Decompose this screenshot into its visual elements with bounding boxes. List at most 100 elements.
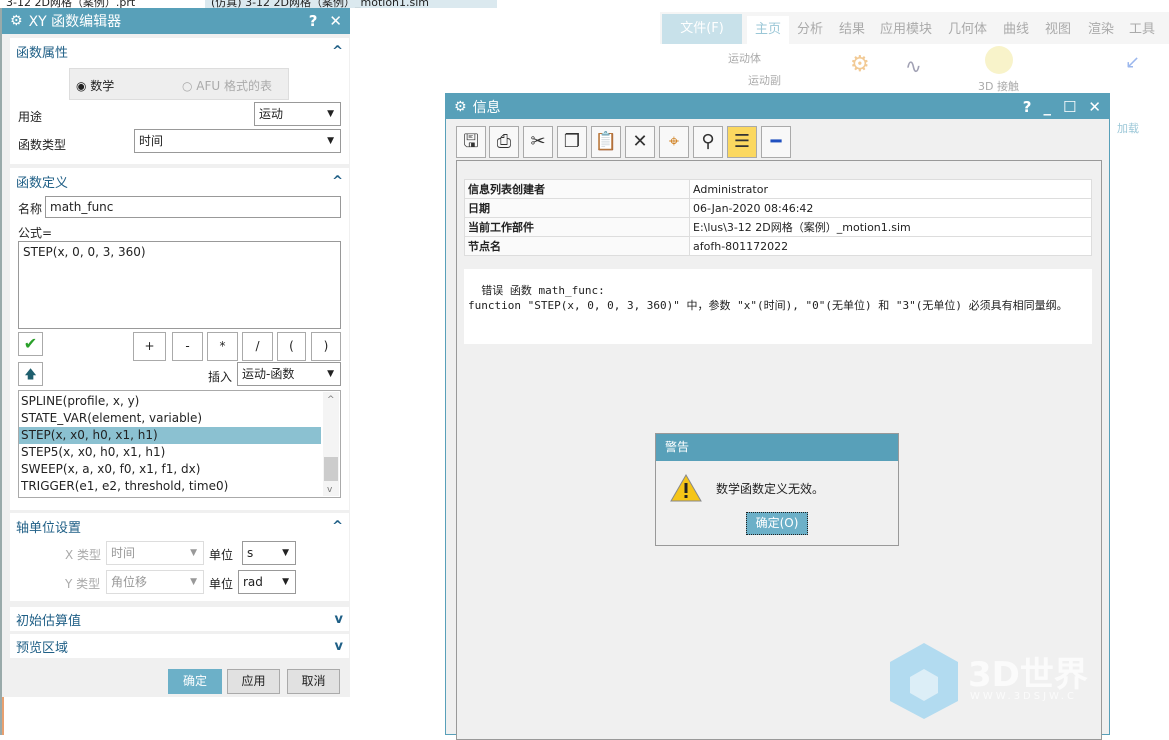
- error-detail: function "STEP(x, 0, 0, 3, 360)" 中，参数 "x…: [468, 299, 1068, 312]
- name-label: 名称: [18, 202, 43, 216]
- close-button[interactable]: ✕: [329, 12, 342, 30]
- delete-icon[interactable]: ✕: [625, 126, 655, 158]
- validate-check-button[interactable]: ✔: [18, 332, 43, 356]
- chevron-down-icon[interactable]: v: [335, 639, 343, 654]
- error-title: 错误 函数 math_func:: [468, 284, 605, 297]
- ribbon-tab-results[interactable]: 结果: [839, 18, 865, 37]
- dialog-title: XY 函数编辑器: [28, 14, 122, 30]
- op-divide-button[interactable]: /: [242, 332, 273, 361]
- y-type-label: Y 类型: [65, 577, 101, 591]
- list-item[interactable]: TRIGGER(e1, e2, threshold, time0): [19, 478, 321, 495]
- locate-icon[interactable]: ⌖: [659, 126, 689, 158]
- scroll-down-icon[interactable]: v: [325, 482, 332, 499]
- section-header-axis[interactable]: 轴单位设置 ^: [10, 513, 349, 539]
- spring-icon[interactable]: ∿: [905, 54, 922, 78]
- minus-icon[interactable]: ━: [761, 126, 791, 158]
- chevron-up-icon[interactable]: ^: [332, 174, 343, 189]
- list-item[interactable]: STATE_VAR(element, variable): [19, 410, 321, 427]
- warning-message: 数学函数定义无效。: [716, 482, 825, 496]
- arrow-up-icon[interactable]: 🡅: [18, 362, 43, 386]
- ribbon-tab-geometry[interactable]: 几何体: [948, 18, 987, 37]
- help-button[interactable]: ?: [309, 12, 318, 30]
- app-tab-prt[interactable]: 3-12 2D网格（案例）.prt: [0, 0, 205, 8]
- op-plus-button[interactable]: +: [133, 332, 166, 361]
- ribbon-motion-joint[interactable]: 运动副: [748, 72, 781, 88]
- warning-ok-button[interactable]: 确定(O): [746, 512, 808, 535]
- help-button[interactable]: ?: [1023, 98, 1032, 116]
- file-menu-button[interactable]: 文件(F): [662, 14, 742, 44]
- list-item[interactable]: SWEEP(x, a, x0, f0, x1, f1, dx): [19, 461, 321, 478]
- cancel-button[interactable]: 取消: [287, 669, 340, 694]
- chevron-up-icon[interactable]: ^: [332, 44, 343, 59]
- radio-afu[interactable]: ○ AFU 格式的表: [182, 77, 272, 94]
- table-row: 信息列表创建者 Administrator: [464, 179, 1092, 199]
- watermark-logo: 3D世界 WWW.3DSJW.C: [886, 641, 1116, 721]
- x-unit-dropdown[interactable]: s ▼: [242, 541, 296, 565]
- wrap-icon[interactable]: ☰: [727, 126, 757, 158]
- radio-math[interactable]: ◉ 数学: [76, 77, 114, 94]
- warning-icon: [670, 474, 702, 502]
- apply-button[interactable]: 应用: [227, 669, 280, 694]
- close-button[interactable]: ✕: [1088, 98, 1101, 116]
- ribbon-tab-applications[interactable]: 应用模块: [880, 18, 932, 37]
- table-row: 节点名 afofh-801172022: [464, 236, 1092, 256]
- preview-area-panel[interactable]: 预览区域 v: [10, 634, 349, 658]
- op-lparen-button[interactable]: (: [277, 332, 306, 361]
- formula-label: 公式=: [18, 226, 53, 240]
- formula-textarea[interactable]: STEP(x, 0, 0, 3, 360): [18, 241, 341, 329]
- section-header-definition[interactable]: 函数定义 ^: [10, 168, 349, 194]
- ribbon-3d-contact-label[interactable]: 3D 接触: [978, 78, 1019, 94]
- cube-logo-icon: [890, 643, 958, 719]
- gear-icon: ⚙: [454, 98, 467, 115]
- ribbon-load[interactable]: 加载: [1117, 120, 1139, 136]
- force-icon[interactable]: ↙: [1125, 52, 1140, 73]
- xy-titlebar: ⚙ XY 函数编辑器 ? ✕: [2, 8, 350, 34]
- save-icon[interactable]: 🖫: [456, 126, 486, 158]
- ribbon-tab-tools[interactable]: 工具: [1129, 18, 1155, 37]
- list-item-selected[interactable]: STEP(x, x0, h0, x1, h1): [19, 427, 321, 444]
- insert-dropdown[interactable]: 运动-函数 ▼: [237, 362, 341, 386]
- op-rparen-button[interactable]: ): [311, 332, 341, 361]
- print-icon[interactable]: ⎙: [489, 126, 519, 158]
- info-titlebar: ⚙ 信息 ? _ ☐ ✕: [446, 94, 1109, 119]
- name-input[interactable]: math_func: [45, 196, 341, 218]
- function-list[interactable]: SPLINE(profile, x, y) STATE_VAR(element,…: [18, 390, 341, 498]
- paste-icon[interactable]: 📋: [591, 126, 621, 158]
- y-unit-dropdown[interactable]: rad ▼: [238, 570, 296, 594]
- op-minus-button[interactable]: -: [172, 332, 203, 361]
- scroll-up-icon[interactable]: ^: [325, 392, 335, 409]
- initial-estimate-panel[interactable]: 初始估算值 v: [10, 607, 349, 631]
- ribbon-tab-analysis[interactable]: 分析: [797, 18, 823, 37]
- gear-set-icon[interactable]: ⚙: [850, 52, 870, 77]
- warning-dialog: 警告 数学函数定义无效。 确定(O): [655, 433, 899, 546]
- chevron-up-icon[interactable]: ^: [332, 519, 343, 534]
- cut-icon[interactable]: ✂: [523, 126, 553, 158]
- list-item[interactable]: SPLINE(profile, x, y): [19, 393, 321, 410]
- ribbon-tab-view[interactable]: 视图: [1045, 18, 1071, 37]
- scroll-thumb[interactable]: [324, 457, 338, 481]
- function-definition-panel: 函数定义 ^ 名称 math_func 公式= STEP(x, 0, 0, 3, …: [10, 168, 349, 510]
- ok-button[interactable]: 确定: [168, 669, 222, 694]
- function-type-dropdown[interactable]: 时间 ▼: [134, 129, 341, 153]
- watermark-url: WWW.3DSJW.C: [970, 691, 1077, 702]
- function-type-label: 函数类型: [18, 138, 67, 152]
- find-icon[interactable]: ⚲: [693, 126, 723, 158]
- ribbon-motion-body[interactable]: 运动体: [728, 50, 761, 66]
- maximize-button[interactable]: ☐: [1063, 98, 1076, 116]
- chevron-down-icon[interactable]: v: [335, 612, 343, 627]
- ribbon-tab-home[interactable]: 主页: [755, 18, 781, 37]
- app-tab-sim[interactable]: (仿真) 3-12 2D网格（案例）_motion1.sim: [205, 0, 497, 8]
- copy-icon[interactable]: ❐: [557, 126, 587, 158]
- error-message: 错误 函数 math_func: function "STEP(x, 0, 0, …: [464, 269, 1092, 344]
- section-header-properties[interactable]: 函数属性 ^: [10, 38, 349, 64]
- minimize-button[interactable]: _: [1043, 98, 1051, 116]
- 3d-contact-icon[interactable]: [985, 46, 1013, 74]
- ribbon-tab-curve[interactable]: 曲线: [1003, 18, 1029, 37]
- x-type-label: X 类型: [65, 548, 102, 562]
- gear-icon: ⚙: [10, 13, 23, 29]
- op-multiply-button[interactable]: *: [207, 332, 238, 361]
- usage-dropdown[interactable]: 运动 ▼: [254, 102, 341, 126]
- list-scrollbar[interactable]: ^ v: [323, 392, 339, 496]
- ribbon-tab-render[interactable]: 渲染: [1088, 18, 1114, 37]
- list-item[interactable]: STEP5(x, x0, h0, x1, h1): [19, 444, 321, 461]
